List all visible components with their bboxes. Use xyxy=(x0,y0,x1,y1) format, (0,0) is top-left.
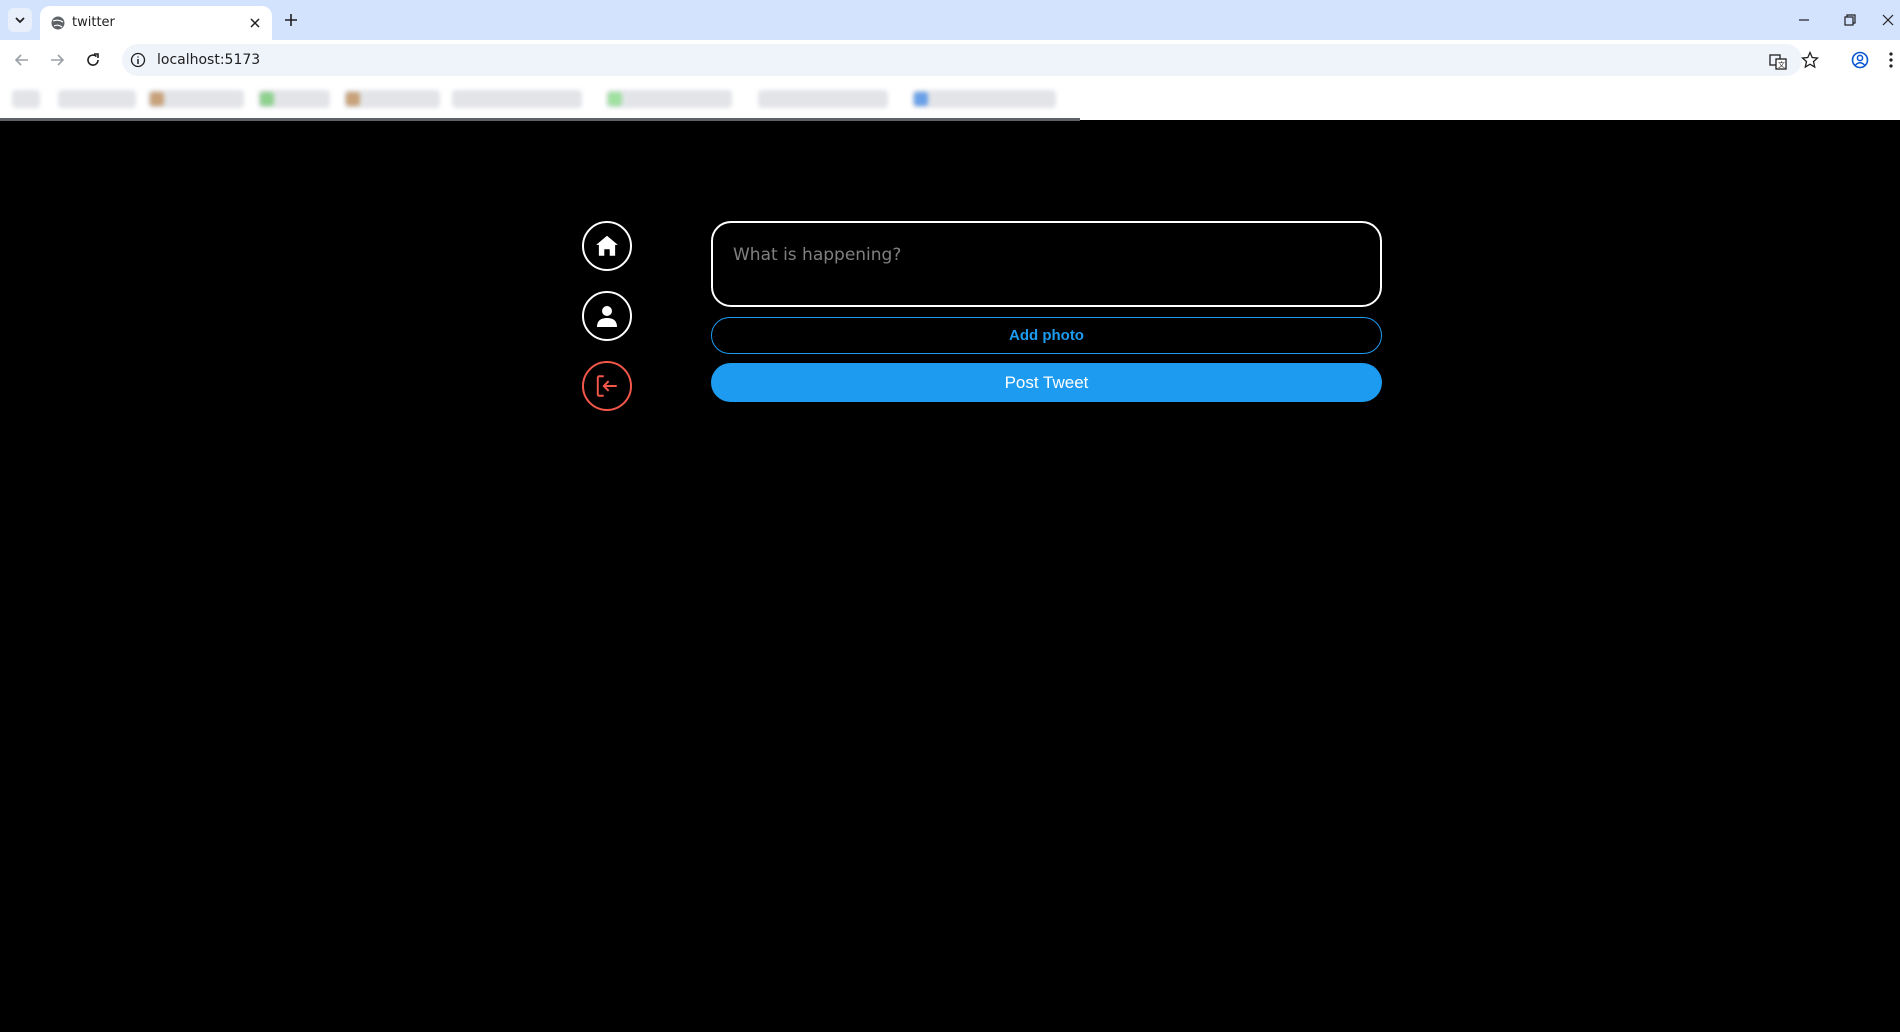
minimize-button[interactable] xyxy=(1784,0,1824,40)
new-tab-button[interactable] xyxy=(280,9,302,31)
tab-title: twitter xyxy=(72,15,115,30)
forward-arrow-icon xyxy=(51,54,65,66)
home-icon xyxy=(596,235,618,256)
profile-nav-button[interactable] xyxy=(582,291,632,341)
bookmark-item[interactable] xyxy=(758,90,888,108)
bookmark-star-button[interactable] xyxy=(1800,50,1820,70)
translate-icon: 文 xyxy=(1769,54,1787,70)
star-icon xyxy=(1801,51,1819,69)
profile-icon xyxy=(597,306,617,327)
bookmarks-bar xyxy=(0,80,1900,120)
add-photo-button[interactable]: Add photo xyxy=(711,317,1382,354)
tweet-composer xyxy=(711,221,1382,307)
bookmark-item[interactable] xyxy=(58,90,136,108)
bookmark-item[interactable] xyxy=(344,90,440,108)
browser-tab-bar: twitter xyxy=(0,0,1900,40)
restore-button[interactable] xyxy=(1830,0,1870,40)
globe-icon xyxy=(51,16,65,30)
home-nav-button[interactable] xyxy=(582,221,632,271)
info-icon xyxy=(130,52,146,68)
logout-icon xyxy=(596,375,617,397)
forward-button[interactable] xyxy=(45,48,69,72)
translate-button[interactable]: 文 xyxy=(1768,52,1788,72)
address-bar[interactable]: localhost:5173 文 xyxy=(122,44,1802,76)
plus-icon xyxy=(285,14,297,26)
app-page: Add photo Post Tweet xyxy=(0,121,1900,1032)
url-text: localhost:5173 xyxy=(157,52,261,68)
minimize-icon xyxy=(1799,19,1809,21)
svg-text:文: 文 xyxy=(1778,60,1785,69)
bookmark-item[interactable] xyxy=(148,90,244,108)
reload-icon xyxy=(87,53,99,66)
bookmark-item[interactable] xyxy=(452,90,582,108)
restore-icon xyxy=(1844,14,1856,26)
logout-nav-button[interactable] xyxy=(582,361,632,411)
bookmark-item[interactable] xyxy=(12,90,40,108)
bookmark-item[interactable] xyxy=(606,90,732,108)
close-icon xyxy=(250,18,260,28)
account-circle-icon xyxy=(1851,51,1869,69)
profile-button[interactable] xyxy=(1850,50,1870,70)
browser-menu-button[interactable] xyxy=(1886,50,1896,70)
chevron-down-icon xyxy=(15,17,25,24)
browser-tab[interactable]: twitter xyxy=(40,6,272,40)
back-button[interactable] xyxy=(10,48,34,72)
close-window-button[interactable] xyxy=(1876,0,1900,40)
bookmark-item[interactable] xyxy=(912,90,1056,108)
tab-search-button[interactable] xyxy=(8,8,32,32)
post-tweet-button[interactable]: Post Tweet xyxy=(711,363,1382,402)
tweet-input[interactable] xyxy=(713,223,1380,305)
reload-button[interactable] xyxy=(81,48,105,72)
more-vertical-icon xyxy=(1889,52,1893,68)
browser-toolbar: localhost:5173 文 xyxy=(0,40,1900,80)
bookmark-item[interactable] xyxy=(258,90,330,108)
back-arrow-icon xyxy=(14,54,28,66)
close-icon xyxy=(1882,14,1894,26)
tab-close-button[interactable] xyxy=(246,14,264,32)
